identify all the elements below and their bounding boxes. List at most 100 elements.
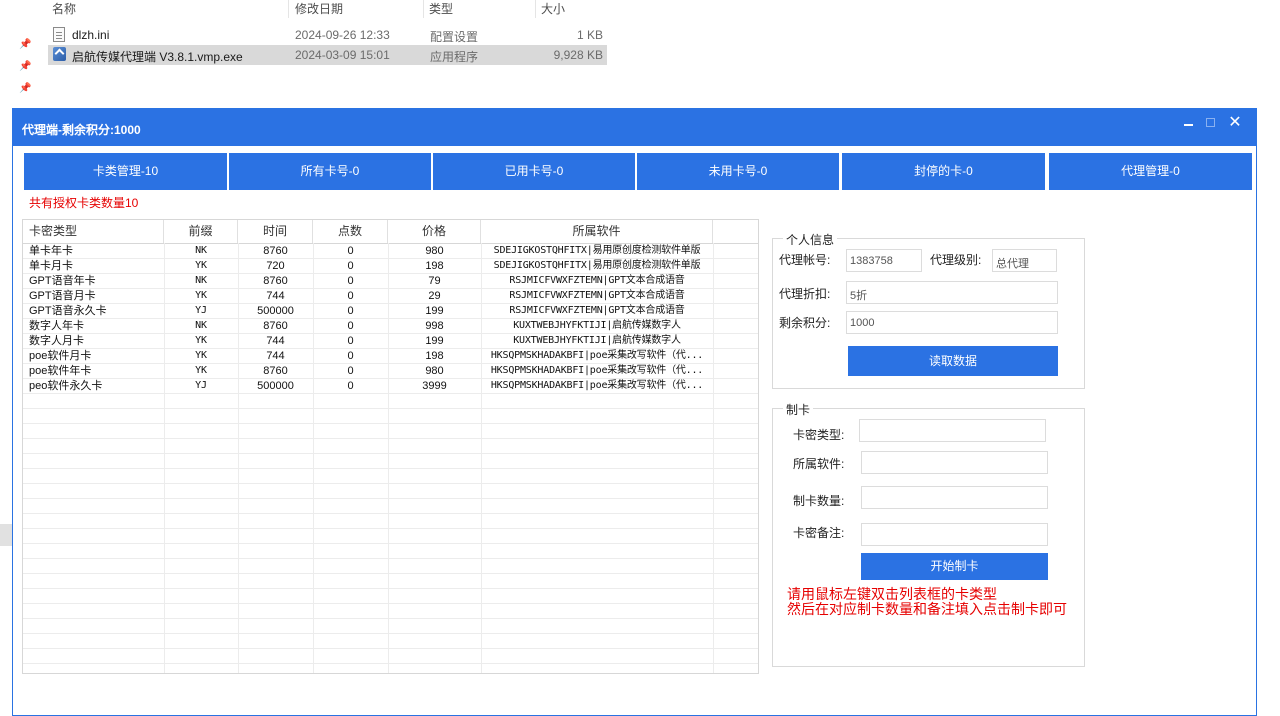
empty-table-row[interactable] — [23, 469, 758, 484]
agent-account-label: 代理帐号: — [779, 253, 831, 267]
table-row[interactable]: poe软件月卡 YK 744 0 198 HKSQPMSKHADAKBFI|poe采集改写… — [23, 349, 758, 364]
tab-bar: 卡类管理-10 所有卡号-0 已用卡号-0 未用卡号-0 封停的卡-0 代理管理… — [24, 153, 1253, 190]
window-title: 代理端-剩余积分:1000 — [22, 123, 141, 137]
personal-info-group: 个人信息 代理帐号: 1383758 代理级别: 总代理 代理折扣: 5折 剩余… — [772, 231, 1085, 389]
table-row[interactable]: peo软件永久卡 YJ 500000 0 3999 HKSQPMSKHADAKBFI|po… — [23, 379, 758, 394]
table-row[interactable]: 单卡月卡 YK 720 0 198 SDEJIGKOSTQHFITX|易用原创度检测软件单… — [23, 259, 758, 274]
header-software[interactable]: 所属软件 — [481, 220, 713, 243]
agent-level-field[interactable]: 总代理 — [992, 249, 1057, 272]
cell-points: 0 — [347, 290, 354, 302]
remaining-points-label: 剩余积分: — [779, 316, 831, 330]
cell-points: 0 — [347, 320, 354, 332]
cell-points: 0 — [347, 305, 354, 317]
cell-points: 0 — [347, 365, 354, 377]
table-row[interactable]: poe软件年卡 YK 8760 0 980 HKSQPMSKHADAKBFI|poe采集改… — [23, 364, 758, 379]
cell-software: SDEJIGKOSTQHFITX|易用原创度检测软件单版 — [493, 260, 701, 271]
read-data-button[interactable]: 读取数据 — [848, 346, 1058, 376]
empty-table-row[interactable] — [23, 559, 758, 574]
pin-icon[interactable]: 📌 — [19, 62, 31, 72]
card-note-field[interactable] — [861, 523, 1048, 546]
empty-table-row[interactable] — [23, 574, 758, 589]
cell-software: RSJMICFVWXFZTEMN|GPT文本合成语音 — [509, 290, 685, 301]
column-date[interactable]: 修改日期 — [295, 0, 343, 17]
empty-table-row[interactable] — [23, 649, 758, 664]
start-make-card-button[interactable]: 开始制卡 — [861, 553, 1048, 580]
column-size[interactable]: 大小 — [541, 0, 565, 17]
tab-card-type-management[interactable]: 卡类管理-10 — [24, 153, 227, 190]
header-time[interactable]: 时间 — [238, 220, 313, 243]
empty-table-row[interactable] — [23, 439, 758, 454]
cell-prefix: NK — [195, 245, 207, 256]
tab-agent-management[interactable]: 代理管理-0 — [1049, 153, 1252, 190]
close-icon: ✕ — [1228, 114, 1242, 131]
file-date: 2024-09-26 12:33 — [295, 28, 390, 42]
empty-table-row[interactable] — [23, 409, 758, 424]
empty-table-row[interactable] — [23, 394, 758, 409]
tab-unused-cards[interactable]: 未用卡号-0 — [637, 153, 839, 190]
empty-table-row[interactable] — [23, 634, 758, 649]
cell-prefix: NK — [195, 275, 207, 286]
cell-card-type: 单卡年卡 — [29, 245, 73, 257]
empty-table-row[interactable] — [23, 604, 758, 619]
file-row-exe[interactable]: 启航传媒代理端 V3.8.1.vmp.exe 2024-03-09 15:01 … — [48, 45, 607, 65]
empty-table-row[interactable] — [23, 499, 758, 514]
header-card-type[interactable]: 卡密类型 — [23, 220, 164, 243]
explorer-scrollbar-stub — [0, 524, 12, 546]
make-card-group: 制卡 卡密类型: 所属软件: 制卡数量: 卡密备注: 开始制卡 请用鼠标左键双击… — [772, 401, 1085, 667]
agent-level-label: 代理级别: — [930, 253, 982, 267]
empty-table-row[interactable] — [23, 589, 758, 604]
empty-table-row[interactable] — [23, 544, 758, 559]
cell-price: 998 — [425, 320, 444, 332]
table-row[interactable]: 数字人年卡 NK 8760 0 998 KUXTWEBJHYFKTIJI|启航传媒数字人 — [23, 319, 758, 334]
title-bar[interactable]: 代理端-剩余积分:1000 ✕ — [13, 109, 1256, 146]
table-row[interactable]: 数字人月卡 YK 744 0 199 KUXTWEBJHYFKTIJI|启航传媒数字人 — [23, 334, 758, 349]
empty-table-row[interactable] — [23, 529, 758, 544]
card-type-field[interactable] — [859, 419, 1046, 442]
instruction-hint-line1: 请用鼠标左键双击列表框的卡类型 — [787, 586, 997, 602]
tab-all-cards[interactable]: 所有卡号-0 — [229, 153, 431, 190]
column-type[interactable]: 类型 — [429, 0, 453, 17]
card-count-field[interactable] — [861, 486, 1048, 509]
empty-table-row[interactable] — [23, 454, 758, 469]
header-points[interactable]: 点数 — [313, 220, 388, 243]
cell-points: 0 — [347, 350, 354, 362]
empty-table-row[interactable] — [23, 424, 758, 439]
agent-discount-field[interactable]: 5折 — [846, 281, 1058, 304]
minimize-button[interactable] — [1177, 112, 1199, 134]
remaining-points-field[interactable]: 1000 — [846, 311, 1058, 334]
table-row[interactable]: GPT语音年卡 NK 8760 0 79 RSJMICFVWXFZTEMN|GPT文本合成… — [23, 274, 758, 289]
cell-time: 500000 — [257, 305, 294, 317]
pin-icon[interactable]: 📌 — [19, 84, 31, 94]
table-row[interactable]: GPT语音永久卡 YJ 500000 0 199 RSJMICFVWXFZTEMN|GPT… — [23, 304, 758, 319]
make-card-title: 制卡 — [783, 401, 814, 418]
cell-time: 744 — [266, 335, 285, 347]
empty-table-row[interactable] — [23, 484, 758, 499]
empty-table-row[interactable] — [23, 514, 758, 529]
agent-discount-label: 代理折扣: — [779, 287, 831, 301]
card-count-label: 制卡数量: — [793, 494, 845, 508]
table-row[interactable]: 单卡年卡 NK 8760 0 980 SDEJIGKOSTQHFITX|易用原创度检测软件… — [23, 244, 758, 259]
close-button[interactable]: ✕ — [1224, 112, 1246, 134]
cell-time: 8760 — [263, 365, 288, 377]
cell-card-type: peo软件永久卡 — [29, 380, 103, 392]
maximize-button[interactable] — [1200, 112, 1222, 134]
card-type-label: 卡密类型: — [793, 428, 845, 442]
pin-icon[interactable]: 📌 — [19, 40, 31, 50]
file-row-ini[interactable]: dlzh.ini 2024-09-26 12:33 配置设置 1 KB — [48, 25, 607, 45]
cell-prefix: YK — [195, 290, 207, 301]
tab-used-cards[interactable]: 已用卡号-0 — [433, 153, 635, 190]
cell-price: 79 — [428, 275, 441, 287]
ini-file-icon — [53, 27, 65, 42]
table-row[interactable]: GPT语音月卡 YK 744 0 29 RSJMICFVWXFZTEMN|GPT文本合成语… — [23, 289, 758, 304]
empty-table-row[interactable] — [23, 619, 758, 634]
empty-table-row[interactable] — [23, 664, 758, 673]
cell-time: 744 — [266, 350, 285, 362]
software-field[interactable] — [861, 451, 1048, 474]
header-price[interactable]: 价格 — [388, 220, 481, 243]
card-type-table[interactable]: 卡密类型 前缀 时间 点数 价格 所属软件 单卡年卡 NK 8760 0 980 SDEJ… — [22, 219, 759, 674]
header-prefix[interactable]: 前缀 — [164, 220, 238, 243]
tab-banned-cards[interactable]: 封停的卡-0 — [842, 153, 1045, 190]
column-name[interactable]: 名称 — [52, 0, 76, 17]
cell-prefix: YK — [195, 260, 207, 271]
agent-account-field[interactable]: 1383758 — [846, 249, 922, 272]
